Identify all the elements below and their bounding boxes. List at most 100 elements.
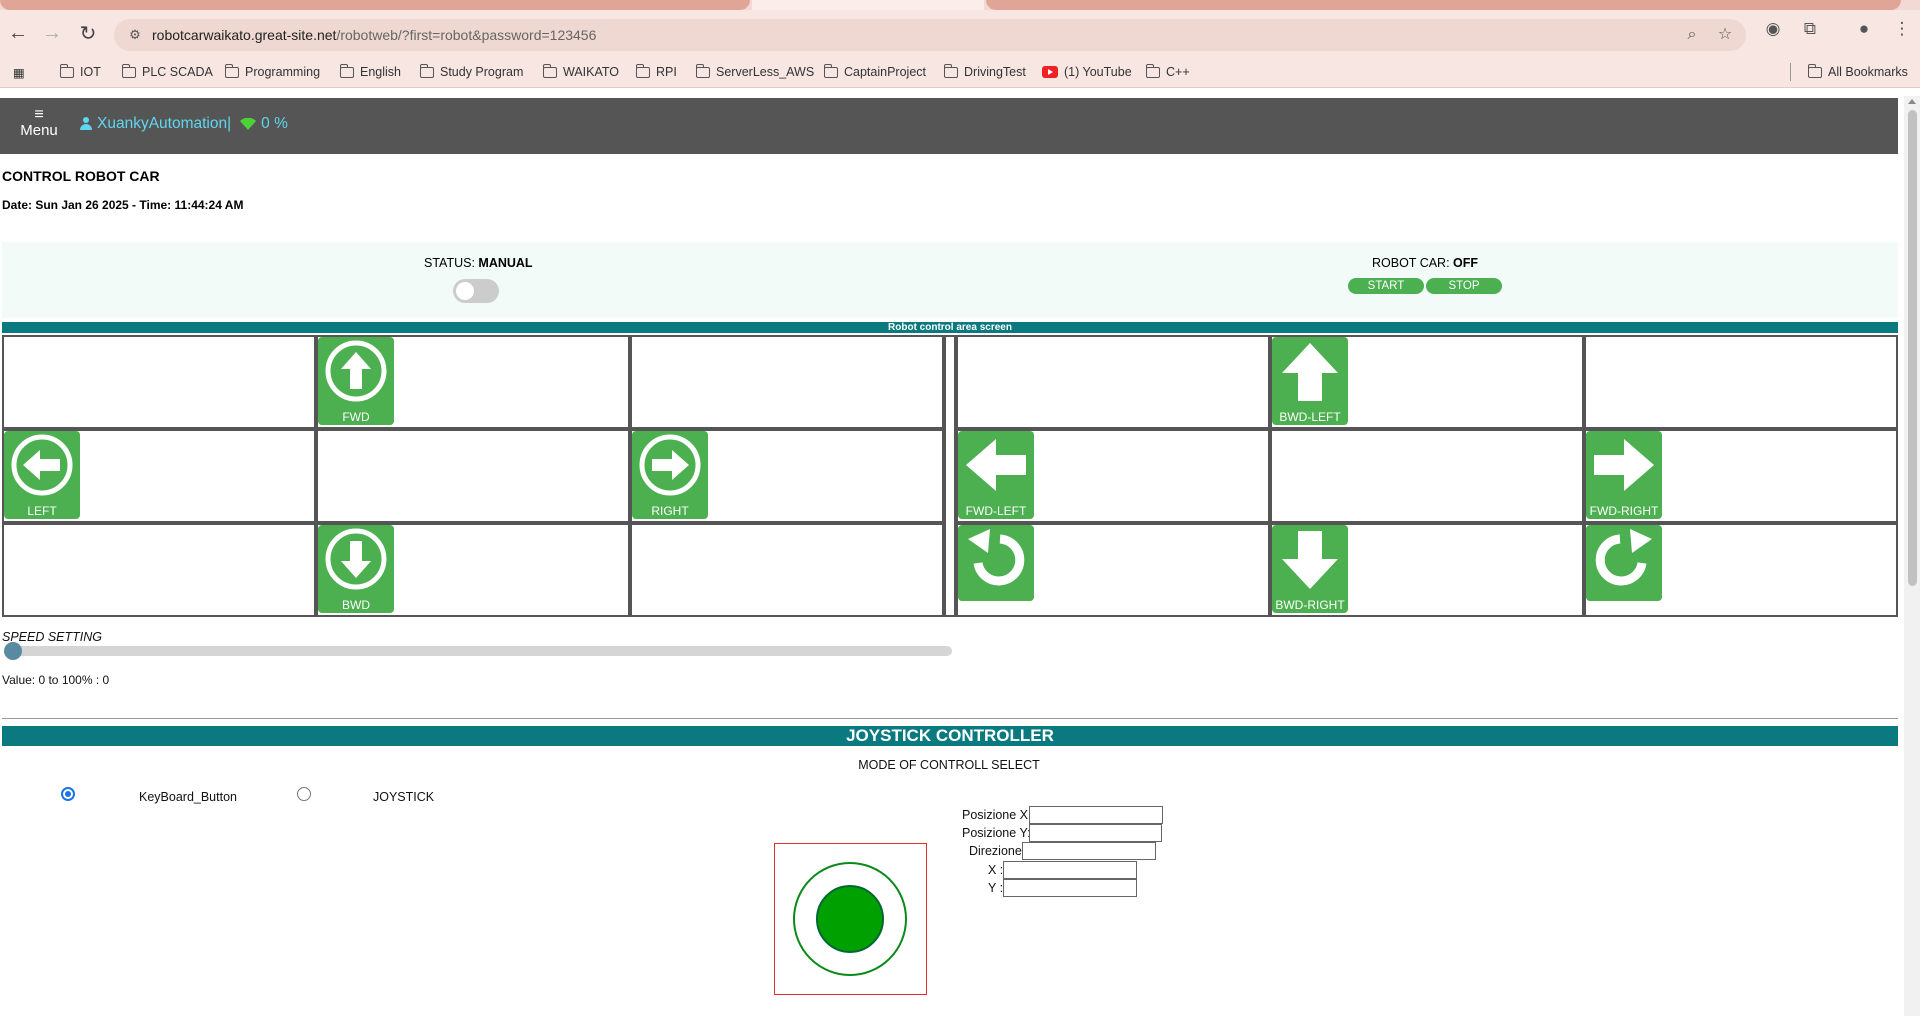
bookmark-youtube[interactable]: (1) YouTube — [1042, 63, 1132, 81]
bookmark-plc-scada[interactable]: PLC SCADA — [121, 63, 213, 81]
scroll-up-icon[interactable] — [1908, 99, 1916, 104]
bwd-right-button[interactable]: BWD-RIGHT — [1272, 525, 1348, 613]
extension-icon[interactable]: ◉ — [1761, 17, 1785, 41]
rotate-ccw-icon — [968, 529, 1025, 586]
pad-cell — [956, 335, 1270, 429]
folder-icon — [1145, 63, 1160, 78]
fwd-right-label: FWD-RIGHT — [1589, 504, 1659, 518]
mode-select-label: MODE OF CONTROLL SELECT — [858, 758, 1040, 772]
page-scrollbar[interactable] — [1904, 96, 1920, 1016]
pos-x-input[interactable] — [1029, 806, 1163, 824]
rotate-left-button[interactable] — [958, 525, 1034, 601]
bookmark-serverless-aws[interactable]: ServerLess_AWS — [695, 63, 814, 81]
divider — [2, 718, 1898, 719]
pad-cell: FWD-LEFT — [956, 429, 1270, 523]
browser-tab-inactive-2[interactable] — [986, 0, 1901, 10]
zoom-icon[interactable]: ⌕ — [1682, 25, 1702, 45]
pad-cell: FWD — [316, 335, 630, 429]
speed-slider-thumb[interactable] — [4, 642, 22, 660]
pad-cell: LEFT — [2, 429, 316, 523]
fwd-left-label: FWD-LEFT — [965, 504, 1027, 518]
address-bar[interactable]: ⚙ robotcarwaikato.great-site.net/robotwe… — [114, 19, 1746, 51]
signal-strength: 0 % — [261, 115, 288, 132]
apps-grid-icon[interactable]: ▦ — [13, 63, 25, 81]
mode-toggle[interactable] — [453, 279, 499, 303]
arrow-left-circle-icon — [11, 434, 73, 496]
profile-avatar[interactable]: ● — [1852, 17, 1876, 41]
radio-keyboard-label[interactable]: KeyBoard_Button — [139, 790, 237, 804]
pos-y-label: Posizione Y: — [962, 826, 1031, 840]
hamburger-icon: ≡ — [34, 106, 44, 123]
fwd-button[interactable]: FWD — [318, 337, 394, 425]
radio-keyboard[interactable] — [61, 787, 75, 801]
puzzle-icon[interactable]: ⧉ — [1798, 17, 1822, 41]
kebab-menu-icon[interactable]: ⋮ — [1890, 17, 1914, 41]
fwd-right-button[interactable]: FWD-RIGHT — [1586, 431, 1662, 519]
pad-cell: BWD-LEFT — [1270, 335, 1584, 429]
rotate-right-button[interactable] — [1586, 525, 1662, 601]
stop-button[interactable]: STOP — [1426, 278, 1502, 294]
bookmark-captainproject[interactable]: CaptainProject — [823, 63, 926, 81]
speed-slider[interactable] — [6, 646, 952, 656]
left-label: LEFT — [27, 504, 57, 518]
date-time: Date: Sun Jan 26 2025 - Time: 11:44:24 A… — [2, 198, 244, 212]
bookmark-programming[interactable]: Programming — [224, 63, 320, 81]
joystick-canvas[interactable] — [774, 843, 927, 995]
folder-icon — [635, 63, 650, 78]
arrow-down-circle-icon — [325, 528, 387, 590]
bookmark-rpi[interactable]: RPI — [635, 63, 677, 81]
all-bookmarks[interactable]: All Bookmarks — [1807, 63, 1908, 81]
x-input[interactable] — [1003, 861, 1137, 879]
star-icon[interactable]: ☆ — [1715, 25, 1735, 45]
pad-cell — [1584, 335, 1898, 429]
bookmark-cpp[interactable]: C++ — [1145, 63, 1190, 81]
pad-cell — [630, 523, 944, 617]
pad-cell: BWD — [316, 523, 630, 617]
forward-icon[interactable]: → — [37, 18, 67, 48]
folder-icon — [943, 63, 958, 78]
bookmark-english[interactable]: English — [339, 63, 401, 81]
pad-cell: RIGHT — [630, 429, 944, 523]
arrow-left-icon — [966, 439, 1026, 491]
scrollbar-thumb[interactable] — [1908, 110, 1917, 586]
fwd-label: FWD — [342, 410, 370, 424]
bookmark-drivingtest[interactable]: DrivingTest — [943, 63, 1026, 81]
pad-cell — [1584, 523, 1898, 617]
folder-icon — [339, 63, 354, 78]
folder-icon — [419, 63, 434, 78]
reload-icon[interactable]: ↻ — [73, 18, 103, 48]
pad-divider — [944, 335, 956, 617]
fwd-left-button[interactable]: FWD-LEFT — [958, 431, 1034, 519]
page-title: CONTROL ROBOT CAR — [2, 168, 160, 184]
bookmarks-bar: ▦ IOT PLC SCADA Programming English Stud… — [0, 56, 1920, 88]
pad-cell — [2, 335, 316, 429]
folder-icon — [695, 63, 710, 78]
left-button[interactable]: LEFT — [4, 431, 80, 519]
start-button[interactable]: START — [1348, 278, 1424, 294]
bwd-left-button[interactable]: BWD-LEFT — [1272, 337, 1348, 425]
folder-icon — [224, 63, 239, 78]
y-input[interactable] — [1003, 879, 1137, 897]
browser-tab-inactive[interactable] — [0, 0, 750, 10]
browser-tab-active[interactable] — [752, 0, 984, 10]
back-icon[interactable]: ← — [3, 18, 33, 48]
menu-button[interactable]: ≡ Menu — [18, 106, 60, 148]
folder-icon — [542, 63, 557, 78]
pos-y-input[interactable] — [1029, 824, 1162, 842]
bookmark-iot[interactable]: IOT — [59, 63, 101, 81]
web-page: ≡ Menu XuankyAutomation| 0 % CONTROL ROB… — [0, 96, 1898, 1016]
pad-cell — [2, 523, 316, 617]
radio-joystick[interactable] — [297, 787, 311, 801]
radio-joystick-label[interactable]: JOYSTICK — [373, 790, 434, 804]
bookmark-study-program[interactable]: Study Program — [419, 63, 523, 81]
site-info-icon[interactable]: ⚙ — [126, 26, 144, 44]
arrow-up-icon — [1282, 343, 1338, 401]
right-button[interactable]: RIGHT — [632, 431, 708, 519]
direction-input[interactable] — [1022, 842, 1156, 860]
user-icon — [80, 117, 92, 131]
joystick-knob[interactable] — [816, 885, 884, 953]
url-text[interactable]: robotcarwaikato.great-site.net/robotweb/… — [152, 27, 596, 43]
bwd-button[interactable]: BWD — [318, 525, 394, 613]
bookmark-waikato[interactable]: WAIKATO — [542, 63, 619, 81]
tab-strip — [0, 0, 1920, 10]
